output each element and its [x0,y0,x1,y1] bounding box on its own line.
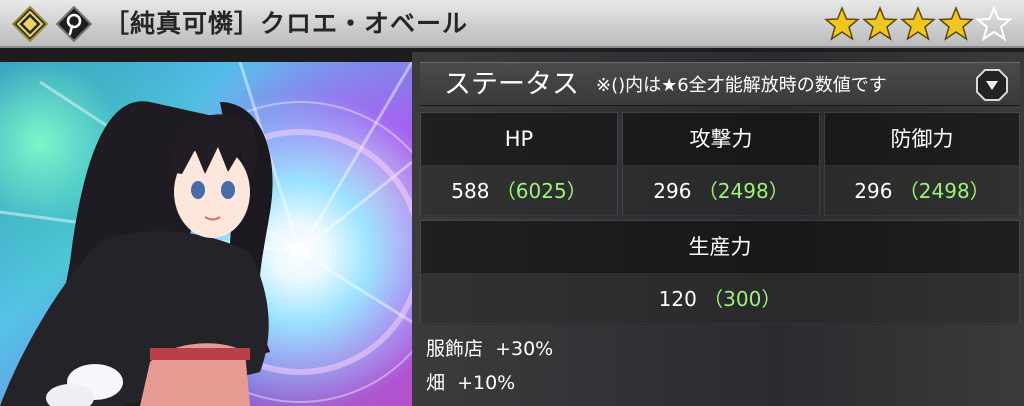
character-title: ［純真可憐］クロエ・オベール [104,9,469,38]
stat-attack: 攻撃力 296 （2498） [622,112,820,217]
stat-hp: HP 588 （6025） [420,112,618,217]
stat-base-value: 120 [658,287,697,311]
star-filled-icon [862,6,898,41]
star-filled-icon [900,6,936,41]
chevron-down-icon[interactable] [976,69,1008,101]
stat-base-value: 296 [653,179,692,203]
star-filled-icon [824,6,860,41]
stat-value: 588 （6025） [421,165,617,217]
bonus-value: +30% [495,338,554,360]
element-badge-icon [12,6,48,42]
bonus-label: 畑 [426,372,446,394]
star-filled-icon [938,6,974,41]
stat-max-value: （2498） [697,179,789,203]
type-badge-icon [56,6,92,42]
stat-base-value: 588 [451,179,490,203]
stat-value: 120 （300） [421,273,1019,325]
stat-defense: 防御力 296 （2498） [824,112,1020,217]
stat-value: 296 （2498） [623,165,819,217]
bonus-value: +10% [457,372,516,394]
stat-max-value: （6025） [495,179,587,203]
stat-max-value: （2498） [898,179,990,203]
star-empty-icon [976,6,1012,42]
stat-label: HP [421,113,617,165]
stat-max-value: （300） [703,287,782,311]
title-bar: ［純真可憐］クロエ・オベール [0,0,1024,48]
bonus-label: 服飾店 [426,338,484,360]
stat-production: 生産力 120 （300） [420,220,1020,325]
stat-label: 攻撃力 [623,113,819,165]
stat-base-value: 296 [854,179,893,203]
character-portrait [0,62,412,406]
bonus-item: 服飾店 +30% [426,334,553,361]
stat-label: 生産力 [421,221,1019,273]
rarity-stars [824,4,1012,44]
status-header: ステータス ※()内は★6全才能解放時の数値です [420,62,1020,106]
status-note: ※()内は★6全才能解放時の数値です [596,75,887,96]
stat-label: 防御力 [825,113,1019,165]
status-title: ステータス [444,69,579,100]
stat-value: 296 （2498） [825,165,1019,217]
portrait-illustration [0,62,412,406]
bonus-item: 畑 +10% [426,368,515,395]
